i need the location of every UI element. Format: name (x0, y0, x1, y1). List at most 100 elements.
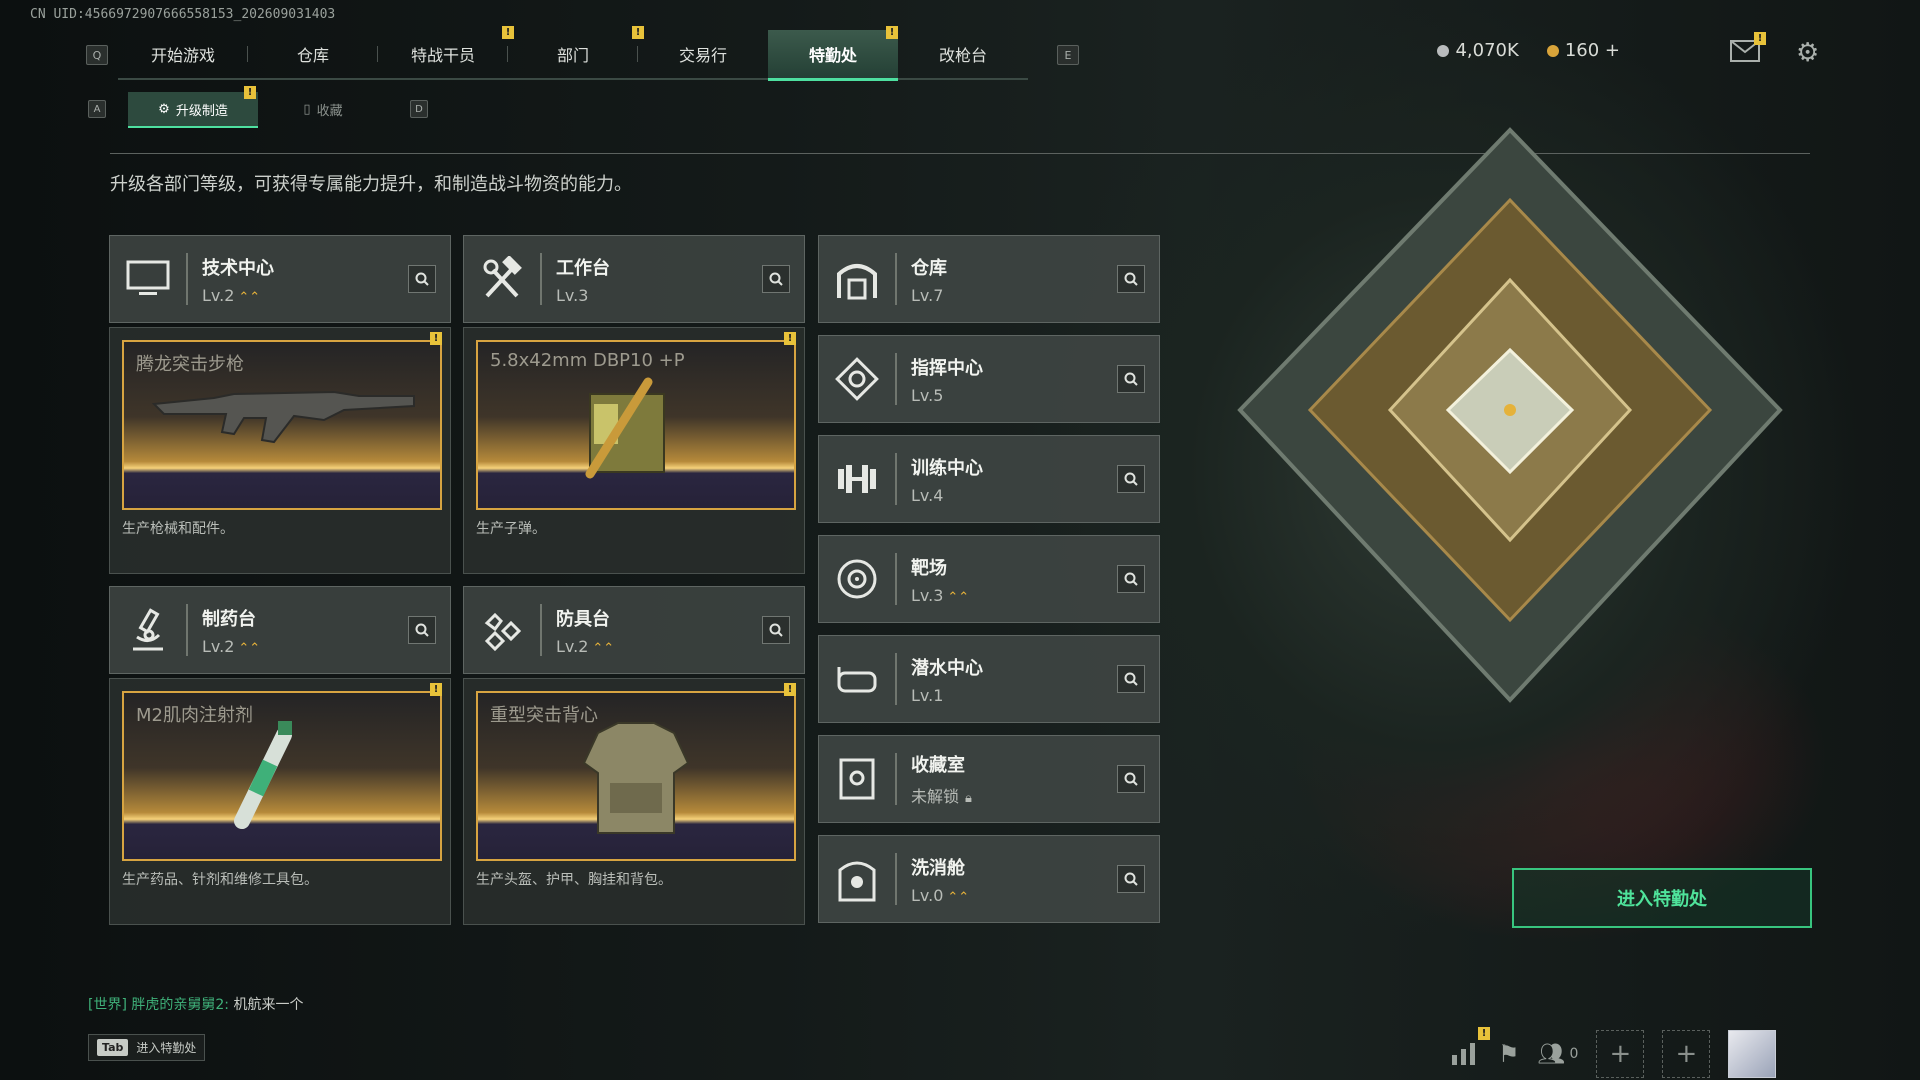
add-teammate-slot-2[interactable]: + (1662, 1030, 1711, 1078)
friends-button[interactable]: 👥︎ 0 (1538, 1042, 1579, 1067)
upgrade-available-icon: ⌃⌃ (238, 640, 261, 656)
dept-name: 防具台 (556, 608, 610, 630)
dept-level: Lv.2 (202, 285, 235, 305)
dept-level: Lv.5 (911, 385, 944, 405)
sub-nav: ⚙ 升级制造 ! ▯ 收藏 (128, 86, 388, 128)
tab-operators[interactable]: 特战干员 ! (378, 26, 514, 78)
upgrade-available-icon: ⌃⌃ (238, 289, 261, 305)
dumbbell-icon (819, 436, 895, 522)
notification-badge: ! (1754, 32, 1766, 45)
search-button[interactable] (762, 616, 790, 644)
search-icon (769, 623, 783, 637)
search-button[interactable] (1117, 765, 1145, 793)
product-preview[interactable]: 腾龙突击步枪 (122, 340, 442, 510)
ammo-box-image (585, 377, 665, 479)
production-panel[interactable]: M2肌肉注射剂 ! 生产药品、针剂和维修工具包。 (109, 678, 451, 925)
currency-bar: 4,070K 160 + (1437, 40, 1620, 61)
product-description: 生产枪械和配件。 (122, 521, 234, 537)
product-preview[interactable]: M2肌肉注射剂 (122, 691, 442, 861)
dept-card-diving-center[interactable]: 潜水中心 Lv.1 (818, 635, 1160, 723)
upgrade-available-icon: ⌃⌃ (592, 640, 615, 656)
nav-prev-key[interactable]: Q (86, 45, 108, 65)
command-icon (819, 336, 895, 422)
dept-card-collection-room[interactable]: 收藏室 未解锁 🔒︎ (818, 735, 1160, 823)
subnav-prev-key[interactable]: A (88, 100, 106, 118)
dept-name: 潜水中心 (911, 657, 983, 679)
settings-gear-icon[interactable]: ⚙ (1796, 38, 1819, 68)
lock-icon: 🔒︎ (965, 791, 972, 806)
search-button[interactable] (1117, 865, 1145, 893)
dept-card-workbench[interactable]: 工作台 Lv.3 (463, 235, 805, 323)
enter-special-ops-button[interactable]: 进入特勤处 (1512, 868, 1812, 928)
uid-label: CN UID:4566972907666558153_202609031403 (30, 7, 336, 22)
subtab-collection[interactable]: ▯ 收藏 (258, 92, 388, 126)
search-button[interactable] (1117, 665, 1145, 693)
page-description: 升级各部门等级，可获得专属能力提升，和制造战斗物资的能力。 (110, 174, 632, 195)
notification-badge: ! (244, 86, 256, 99)
subnav-next-key[interactable]: D (410, 100, 428, 118)
search-button[interactable] (1117, 465, 1145, 493)
dept-level: Lv.4 (911, 485, 944, 505)
search-icon (1124, 572, 1138, 586)
product-preview[interactable]: 5.8x42mm DBP10 +P (476, 340, 796, 510)
stats-icon[interactable]: ! (1450, 1027, 1490, 1067)
tab-gunsmith[interactable]: 改枪台 (898, 30, 1028, 78)
mail-icon[interactable]: ! (1730, 32, 1766, 62)
production-panel[interactable]: 腾龙突击步枪 ! 生产枪械和配件。 (109, 327, 451, 574)
dept-name: 洗消舱 (911, 857, 965, 879)
special-ops-cube-illustration (1237, 127, 1783, 703)
tab-start-game[interactable]: 开始游戏 (118, 30, 248, 78)
notification-badge: ! (430, 332, 442, 345)
chat-user[interactable]: 胖虎的亲舅舅2: (131, 997, 229, 1013)
search-button[interactable] (408, 616, 436, 644)
search-icon (415, 272, 429, 286)
tab-departments[interactable]: 部门 ! (508, 26, 644, 78)
tab-special-ops[interactable]: 特勤处 ! (768, 26, 898, 81)
dept-name: 训练中心 (911, 457, 983, 479)
dept-card-warehouse[interactable]: 仓库 Lv.7 (818, 235, 1160, 323)
dept-card-armor[interactable]: 防具台 Lv.2 ⌃⌃ (463, 586, 805, 674)
avatar[interactable] (1728, 1030, 1777, 1078)
notification-badge: ! (886, 26, 898, 39)
nav-next-key[interactable]: E (1057, 45, 1079, 65)
dept-name: 技术中心 (202, 257, 274, 279)
search-button[interactable] (1117, 265, 1145, 293)
product-preview[interactable]: 重型突击背心 (476, 691, 796, 861)
decon-icon (819, 836, 895, 922)
dept-card-decon-chamber[interactable]: 洗消舱 Lv.0 ⌃⌃ (818, 835, 1160, 923)
search-button[interactable] (1117, 365, 1145, 393)
gold-coin-icon (1546, 45, 1559, 57)
dept-card-shooting-range[interactable]: 靶场 Lv.3 ⌃⌃ (818, 535, 1160, 623)
tab-trading[interactable]: 交易行 (638, 30, 768, 78)
tab-warehouse[interactable]: 仓库 (248, 30, 378, 78)
search-button[interactable] (408, 265, 436, 293)
dept-card-command-center[interactable]: 指挥中心 Lv.5 (818, 335, 1160, 423)
search-icon (1124, 772, 1138, 786)
upgrade-available-icon: ⌃⌃ (947, 889, 970, 905)
subtab-upgrade[interactable]: ⚙ 升级制造 ! (128, 86, 258, 128)
dept-card-pharmacy[interactable]: 制药台 Lv.2 ⌃⌃ (109, 586, 451, 674)
dept-name: 制药台 (202, 608, 256, 630)
notification-badge: ! (784, 332, 796, 345)
tab-key: Tab (97, 1039, 129, 1056)
dept-card-tech-center[interactable]: 技术中心 Lv.2 ⌃⌃ (109, 235, 451, 323)
flag-icon[interactable]: ⚑ (1498, 1040, 1520, 1068)
search-icon (1124, 672, 1138, 686)
chat-channel: [世界] (88, 997, 127, 1013)
dept-card-training-center[interactable]: 训练中心 Lv.4 (818, 435, 1160, 523)
warehouse-icon (819, 236, 895, 322)
dept-level: Lv.2 (202, 636, 235, 656)
production-panel[interactable]: 重型突击背心 ! 生产头盔、护甲、胸挂和背包。 (463, 678, 805, 925)
search-icon (1124, 272, 1138, 286)
world-chat-line[interactable]: [世界] 胖虎的亲舅舅2: 机航来一个 (88, 994, 303, 1014)
dept-level: Lv.3 (556, 285, 589, 305)
production-panel[interactable]: 5.8x42mm DBP10 +P ! 生产子弹。 (463, 327, 805, 574)
collection-icon: ▯ (303, 101, 311, 117)
add-teammate-slot-1[interactable]: + (1596, 1030, 1645, 1078)
search-icon (415, 623, 429, 637)
target-icon (819, 536, 895, 622)
search-button[interactable] (762, 265, 790, 293)
gold-currency[interactable]: 160 + (1546, 40, 1620, 61)
tab-hint-button[interactable]: Tab 进入特勤处 (88, 1034, 206, 1061)
search-button[interactable] (1117, 565, 1145, 593)
